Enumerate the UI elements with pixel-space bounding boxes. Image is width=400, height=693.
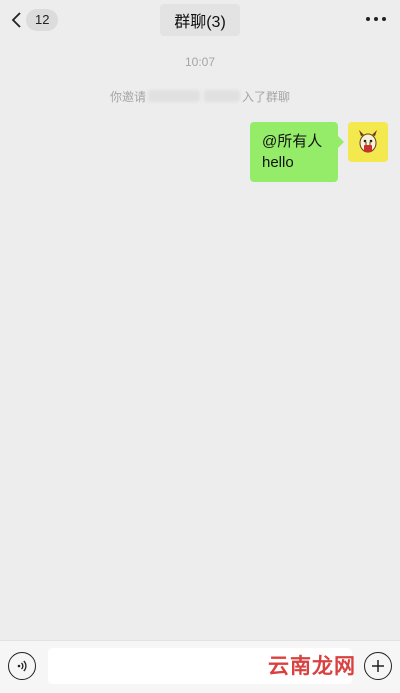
plus-icon <box>372 660 384 672</box>
more-dots-icon <box>366 17 386 21</box>
blurred-name <box>148 90 200 102</box>
avatar[interactable] <box>348 122 388 162</box>
blurred-name <box>204 90 240 102</box>
system-message-prefix: 你邀请 <box>109 89 146 104</box>
more-button[interactable] <box>362 8 390 30</box>
message-line: hello <box>262 154 294 171</box>
input-bar <box>0 640 400 693</box>
back-button[interactable]: 12 <box>10 8 59 32</box>
chevron-left-icon <box>11 12 21 28</box>
message-line: @所有人 <box>262 133 323 150</box>
system-message: 你邀请 入了群聊 <box>0 87 400 105</box>
chat-title: 群聊(3) <box>174 14 226 31</box>
chat-title-area[interactable]: 群聊(3) <box>160 4 240 36</box>
voice-icon <box>17 660 27 672</box>
system-message-suffix: 入了群聊 <box>242 89 291 104</box>
unread-count-badge: 12 <box>26 9 59 31</box>
message-input[interactable] <box>48 648 352 684</box>
voice-button[interactable] <box>8 652 36 680</box>
chat-header: 12 群聊(3) <box>0 0 400 40</box>
message-bubble[interactable]: @所有人 hello <box>250 122 344 182</box>
message-row-outgoing: @所有人 hello <box>250 122 388 182</box>
cartoon-avatar-icon <box>359 130 377 153</box>
plus-button[interactable] <box>364 652 392 680</box>
message-timestamp: 10:07 <box>184 55 216 69</box>
